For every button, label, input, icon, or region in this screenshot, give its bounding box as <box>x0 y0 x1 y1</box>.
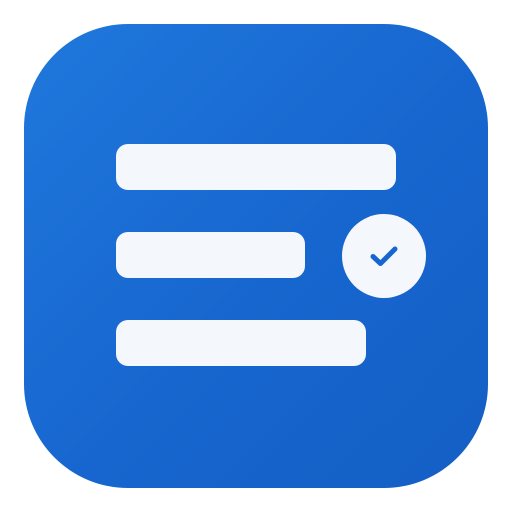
list-line-3 <box>116 320 366 366</box>
checklist-app-icon <box>24 24 488 488</box>
list-line-2 <box>116 232 305 278</box>
list-line-1 <box>116 144 396 190</box>
check-icon <box>370 246 398 266</box>
icon-canvas <box>0 0 512 512</box>
check-badge <box>342 214 426 298</box>
